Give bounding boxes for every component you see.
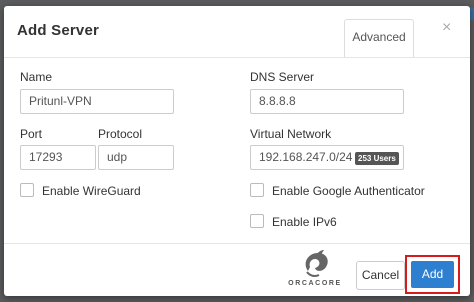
protocol-label: Protocol [98,127,143,141]
add-button-highlight: Add [405,255,460,294]
google-authenticator-label: Enable Google Authenticator [272,184,425,198]
google-authenticator-checkbox[interactable] [250,183,264,197]
protocol-input[interactable]: udp [98,145,174,170]
virtual-network-label: Virtual Network [250,127,332,141]
watermark-text: ORCACORE [288,280,342,287]
ipv6-checkbox[interactable] [250,214,264,228]
dns-server-input[interactable]: 8.8.8.8 [250,89,404,114]
add-server-dialog: Add Server Advanced × Name Pritunl-VPN D… [4,6,470,296]
dialog-header: Add Server Advanced × [4,6,470,58]
cancel-button[interactable]: Cancel [356,261,405,290]
dns-server-label: DNS Server [250,70,315,84]
users-count-badge: 253 Users [355,152,399,165]
advanced-tab[interactable]: Advanced [344,19,414,57]
virtual-network-input[interactable]: 192.168.247.0/24 253 Users [250,145,404,170]
wireguard-label: Enable WireGuard [42,184,141,198]
virtual-network-value: 192.168.247.0/24 [259,150,353,164]
add-button[interactable]: Add [411,261,454,288]
name-input[interactable]: Pritunl-VPN [20,89,174,114]
close-icon[interactable]: × [442,20,451,36]
dialog-title: Add Server [17,22,100,39]
dialog-footer: ORCACORE Cancel Add [4,243,470,297]
port-input[interactable]: 17293 [20,145,96,170]
port-label: Port [20,127,43,141]
wireguard-checkbox[interactable] [20,183,34,197]
ipv6-label: Enable IPv6 [272,215,337,229]
name-label: Name [20,70,53,84]
